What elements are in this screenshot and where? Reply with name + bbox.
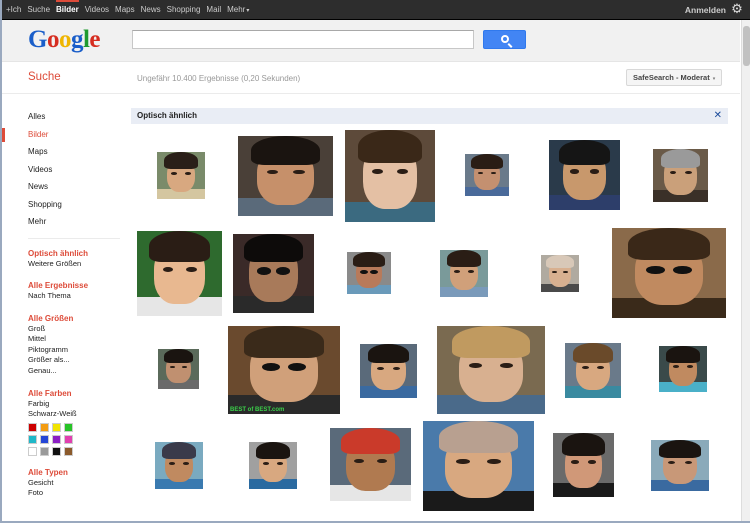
image-thumbnail[interactable] — [347, 252, 391, 294]
filter-option[interactable]: Groß — [28, 324, 120, 335]
scrollbar-thumb[interactable] — [743, 26, 750, 66]
search-button[interactable] — [483, 30, 526, 49]
topnav-item-mehr[interactable]: Mehr▾ — [227, 0, 249, 21]
filter-option[interactable]: Größer als... — [28, 355, 120, 366]
close-icon[interactable]: ✕ — [714, 108, 722, 124]
filter-option[interactable]: Gesicht — [28, 478, 120, 489]
image-thumbnail[interactable] — [653, 149, 708, 202]
image-thumbnail[interactable] — [659, 346, 707, 392]
image-thumbnail[interactable] — [437, 326, 545, 414]
sidebar-item-bilder[interactable]: Bilder — [2, 126, 120, 144]
image-thumbnail[interactable] — [553, 433, 614, 497]
topnav-item-maps[interactable]: Maps — [115, 0, 135, 20]
topnav-item-suche[interactable]: Suche — [27, 0, 50, 20]
color-swatch[interactable] — [52, 422, 61, 432]
search-input[interactable] — [132, 30, 474, 49]
filter-option[interactable]: Foto — [28, 488, 120, 499]
image-thumbnail[interactable]: BEST of BEST.com — [228, 326, 340, 414]
color-swatch[interactable] — [28, 434, 37, 444]
image-thumbnail[interactable] — [612, 228, 726, 318]
filter-option[interactable]: Schwarz-Weiß — [28, 409, 120, 420]
topnav-mehr-label: Mehr — [227, 4, 246, 14]
topnav-item-shopping[interactable]: Shopping — [167, 0, 201, 20]
top-nav: +Ich Suche Bilder Videos Maps News Shopp… — [6, 0, 255, 20]
filter-group-types: Alle Typen Gesicht Foto — [2, 467, 120, 499]
image-thumbnail[interactable] — [158, 349, 199, 389]
image-thumbnail[interactable] — [137, 231, 222, 316]
sidebar-item-news[interactable]: News — [2, 178, 120, 196]
image-thumbnail[interactable] — [155, 442, 203, 489]
image-thumbnail[interactable] — [465, 154, 509, 196]
safesearch-dropdown[interactable]: SafeSearch - Moderat ▾ — [626, 69, 723, 86]
color-swatches — [28, 422, 120, 456]
google-logo[interactable]: Google — [28, 25, 100, 55]
filter-group-colors: Alle Farben Farbig Schwarz-Weiß — [2, 388, 120, 456]
image-thumbnail[interactable] — [423, 421, 534, 511]
filter-option[interactable]: Mittel — [28, 334, 120, 345]
image-thumbnail[interactable] — [238, 136, 333, 216]
image-thumbnail[interactable] — [345, 130, 435, 222]
filter-group-similar: Optisch ähnlich Weitere Größen — [2, 248, 120, 270]
image-thumbnail[interactable] — [541, 255, 579, 292]
image-thumbnail[interactable] — [233, 234, 314, 313]
chevron-down-icon: ▾ — [246, 7, 250, 14]
image-thumbnail[interactable] — [651, 440, 709, 491]
left-sidebar: Alles Bilder Maps Videos News Shopping M… — [2, 108, 120, 510]
sidebar-item-mehr[interactable]: Mehr — [2, 213, 120, 231]
color-swatch[interactable] — [28, 446, 37, 456]
color-swatch[interactable] — [28, 422, 37, 432]
topnav-item-bilder[interactable]: Bilder — [56, 0, 79, 20]
image-thumbnail[interactable] — [565, 343, 621, 398]
filter-option[interactable]: Nach Thema — [28, 291, 120, 302]
filter-option[interactable]: Piktogramm — [28, 345, 120, 356]
topnav-item-videos[interactable]: Videos — [85, 0, 109, 20]
sidebar-item-videos[interactable]: Videos — [2, 161, 120, 179]
similar-images-header: Optisch ähnlich ✕ — [131, 108, 728, 124]
image-thumbnail[interactable] — [440, 250, 488, 297]
chevron-down-icon: ▾ — [712, 76, 716, 82]
image-thumbnail[interactable] — [330, 428, 411, 501]
image-thumbnail[interactable] — [549, 140, 620, 210]
image-thumbnail[interactable] — [157, 152, 205, 199]
color-swatch[interactable] — [64, 422, 73, 432]
filter-option[interactable]: Genau... — [28, 366, 120, 377]
color-swatch[interactable] — [40, 434, 49, 444]
search-header: Google — [2, 20, 740, 62]
gear-icon[interactable]: ⚙ — [730, 2, 744, 16]
filter-option[interactable]: Farbig — [28, 399, 120, 410]
filter-head[interactable]: Alle Ergebnisse — [28, 280, 120, 291]
section-title: Suche — [28, 71, 61, 83]
color-swatch[interactable] — [40, 422, 49, 432]
topnav-item-ich[interactable]: +Ich — [6, 0, 21, 20]
sidebar-item-alles[interactable]: Alles — [2, 108, 120, 126]
color-swatch[interactable] — [40, 446, 49, 456]
filter-head[interactable]: Alle Größen — [28, 313, 120, 324]
color-swatch[interactable] — [52, 446, 61, 456]
sidebar-item-maps[interactable]: Maps — [2, 143, 120, 161]
signin-link[interactable]: Anmelden — [685, 0, 726, 20]
color-swatch[interactable] — [64, 446, 73, 456]
filter-head[interactable]: Alle Typen — [28, 467, 120, 478]
filter-option[interactable]: Weitere Größen — [28, 259, 120, 270]
magnifier-icon — [501, 35, 509, 43]
filter-head[interactable]: Optisch ähnlich — [28, 248, 120, 259]
safesearch-label: SafeSearch - Moderat — [633, 73, 710, 82]
sidebar-divider — [28, 237, 120, 239]
filter-group-sizes: Alle Größen Groß Mittel Piktogramm Größe… — [2, 313, 120, 377]
results-count: Ungefähr 10.400 Ergebnisse (0,20 Sekunde… — [137, 74, 301, 83]
color-swatch[interactable] — [52, 434, 61, 444]
image-thumbnail[interactable] — [249, 442, 297, 489]
image-thumbnail[interactable] — [360, 344, 417, 398]
filter-group-results: Alle Ergebnisse Nach Thema — [2, 280, 120, 302]
similar-images-title: Optisch ähnlich — [137, 111, 198, 120]
topnav-item-news[interactable]: News — [141, 0, 161, 20]
color-swatch[interactable] — [64, 434, 73, 444]
top-bar: +Ich Suche Bilder Videos Maps News Shopp… — [2, 0, 750, 20]
vertical-scrollbar[interactable] — [741, 20, 750, 521]
thumbnail-watermark: BEST of BEST.com — [230, 407, 285, 413]
results-bar: Suche Ungefähr 10.400 Ergebnisse (0,20 S… — [2, 62, 740, 94]
filter-head[interactable]: Alle Farben — [28, 388, 120, 399]
topnav-item-mail[interactable]: Mail — [206, 0, 221, 20]
sidebar-item-shopping[interactable]: Shopping — [2, 196, 120, 214]
